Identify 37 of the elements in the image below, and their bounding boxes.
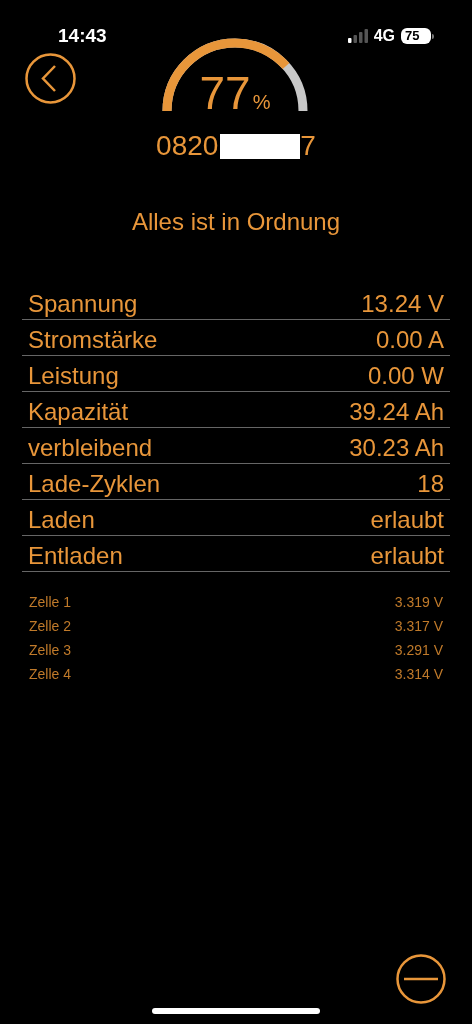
- status-time: 14:43: [58, 23, 107, 48]
- reading-label: Spannung: [28, 290, 138, 318]
- cell-label: Zelle 1: [29, 592, 72, 612]
- reading-value: 30.23 Ah: [349, 434, 444, 462]
- cell-label: Zelle 2: [29, 616, 72, 636]
- serial-number-end: 7: [300, 129, 316, 163]
- serial-number: 0820: [156, 129, 219, 163]
- reading-label: Laden: [28, 506, 95, 534]
- network-label: 4G: [373, 26, 395, 46]
- cell-voltage: 3.314 V: [394, 664, 443, 684]
- reading-label: Lade-Zyklen: [28, 470, 161, 498]
- reading-value: 0.00 A: [375, 326, 444, 354]
- reading-value: erlaubt: [370, 542, 444, 570]
- cell-voltage: 3.291 V: [394, 640, 443, 660]
- reading-label: verbleibend: [28, 434, 153, 462]
- reading-value: 18: [417, 470, 444, 498]
- cell-voltage: 3.319 V: [394, 592, 443, 612]
- reading-label: Entladen: [28, 542, 123, 570]
- status-message: Alles ist in Ordnung: [131, 207, 341, 237]
- cell-label: Zelle 3: [29, 640, 72, 660]
- reading-label: Kapazität: [28, 398, 129, 426]
- battery-indicator: 75: [401, 28, 434, 44]
- percent-unit: %: [252, 90, 271, 115]
- minus-button[interactable]: [396, 954, 446, 1004]
- back-button[interactable]: [25, 53, 76, 104]
- cell-label: Zelle 4: [29, 664, 72, 684]
- reading-value: 39.24 Ah: [349, 398, 444, 426]
- cell-voltage: 3.317 V: [394, 616, 443, 636]
- reading-label: Stromstärke: [28, 326, 158, 354]
- reading-value: 13.24 V: [361, 290, 444, 318]
- signal-icon: [347, 29, 368, 43]
- reading-value: 0.00 W: [367, 362, 444, 390]
- charge-percent: 77: [199, 69, 251, 117]
- reading-label: Leistung: [28, 362, 119, 390]
- minus-icon: [396, 954, 446, 1004]
- back-icon: [25, 53, 76, 104]
- reading-value: erlaubt: [370, 506, 444, 534]
